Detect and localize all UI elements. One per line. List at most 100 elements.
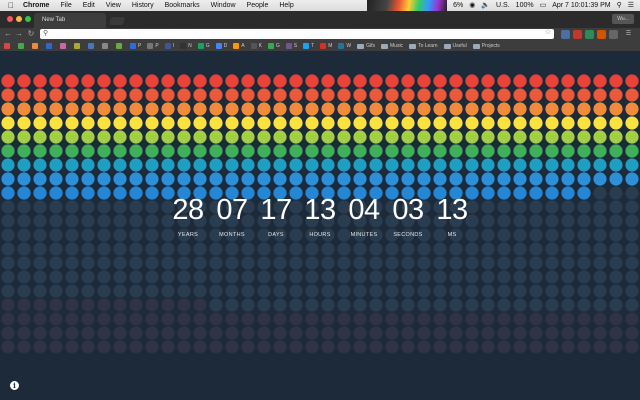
- extension-icon-3[interactable]: [585, 30, 594, 39]
- empty-dot: [481, 242, 495, 256]
- empty-dot: [497, 298, 511, 312]
- countdown-label: YEARS: [177, 232, 199, 238]
- apple-icon[interactable]: : [7, 1, 15, 10]
- extension-icon-2[interactable]: [573, 30, 582, 39]
- bookmark-favicon: [338, 43, 345, 49]
- bookmark-item[interactable]: S: [285, 41, 297, 51]
- empty-dot: [97, 242, 111, 256]
- notification-center-icon[interactable]: ☰: [628, 0, 634, 11]
- menu-app-name[interactable]: Chrome: [23, 0, 49, 11]
- battery-percent[interactable]: 100%: [516, 0, 534, 11]
- filled-dot: [433, 88, 447, 102]
- menu-view[interactable]: View: [106, 0, 121, 11]
- bookmark-app-icon[interactable]: [18, 41, 26, 51]
- minimize-window-button[interactable]: [16, 16, 22, 22]
- bookmark-item[interactable]: G: [197, 41, 210, 51]
- bookmark-folder[interactable]: Music: [381, 41, 403, 51]
- empty-dot: [65, 256, 79, 270]
- bookmark-app-icon[interactable]: [116, 41, 124, 51]
- battery-icon[interactable]: ▭: [540, 0, 547, 11]
- bookmark-label: I: [172, 43, 175, 49]
- bookmark-folder[interactable]: Projects: [472, 41, 500, 51]
- empty-dot: [1, 270, 15, 284]
- clock[interactable]: Apr 7 10:01:39 PM: [552, 0, 610, 11]
- extension-icon-1[interactable]: [561, 30, 570, 39]
- empty-dot: [369, 242, 383, 256]
- close-window-button[interactable]: [7, 16, 13, 22]
- bookmark-item[interactable]: K: [250, 41, 262, 51]
- filled-dot: [177, 130, 191, 144]
- bookmark-app-icon[interactable]: [74, 41, 82, 51]
- empty-dot: [49, 312, 63, 326]
- bookmark-star-icon[interactable]: ☆: [545, 29, 551, 37]
- new-tab-button[interactable]: [108, 17, 126, 25]
- filled-dot: [401, 74, 415, 88]
- bookmark-app-icon[interactable]: [4, 41, 12, 51]
- empty-dot: [401, 298, 415, 312]
- back-arrow-icon[interactable]: ←: [3, 29, 13, 39]
- filled-dot: [449, 116, 463, 130]
- filled-dot: [529, 74, 543, 88]
- empty-dot: [193, 242, 207, 256]
- bookmark-item[interactable]: I: [164, 41, 175, 51]
- menu-history[interactable]: History: [132, 0, 154, 11]
- filled-dot: [97, 116, 111, 130]
- filled-dot: [609, 144, 623, 158]
- bookmark-item[interactable]: D: [215, 41, 227, 51]
- filled-dot: [433, 102, 447, 116]
- tab-new-tab[interactable]: New Tab: [34, 13, 106, 28]
- filled-dot: [593, 116, 607, 130]
- bookmark-folder[interactable]: Gifs: [357, 41, 375, 51]
- bookmark-item[interactable]: G: [267, 41, 280, 51]
- bookmark-folder[interactable]: Useful: [443, 41, 467, 51]
- bookmark-app-icon[interactable]: [102, 41, 110, 51]
- bookmark-app-icon[interactable]: [60, 41, 68, 51]
- bookmark-app-icon[interactable]: [46, 41, 54, 51]
- menu-window[interactable]: Window: [211, 0, 236, 11]
- reload-icon[interactable]: ↻: [26, 29, 36, 39]
- filled-dot: [625, 172, 639, 186]
- empty-dot: [321, 284, 335, 298]
- bookmark-item[interactable]: T: [303, 41, 314, 51]
- filled-dot: [289, 130, 303, 144]
- empty-dot: [385, 298, 399, 312]
- filled-dot: [1, 130, 15, 144]
- menu-bookmarks[interactable]: Bookmarks: [165, 0, 200, 11]
- wifi-level[interactable]: 6%: [453, 0, 463, 11]
- bookmark-item[interactable]: P: [130, 41, 141, 51]
- bookmark-item[interactable]: P: [147, 41, 159, 51]
- info-icon[interactable]: i: [10, 381, 19, 390]
- menu-edit[interactable]: Edit: [83, 0, 95, 11]
- menu-people[interactable]: People: [247, 0, 269, 11]
- omnibox[interactable]: ⚲: [40, 29, 554, 39]
- filled-dot: [1, 74, 15, 88]
- filled-dot: [481, 74, 495, 88]
- zoom-window-button[interactable]: [25, 16, 31, 22]
- filled-dot: [497, 102, 511, 116]
- bookmark-folder[interactable]: To Learn: [409, 41, 438, 51]
- menu-icon[interactable]: ☰: [624, 30, 633, 39]
- menu-help[interactable]: Help: [279, 0, 293, 11]
- volume-icon[interactable]: 🔈: [481, 0, 490, 11]
- empty-dot: [449, 298, 463, 312]
- forward-arrow-icon[interactable]: →: [14, 29, 24, 39]
- bookmark-item[interactable]: A: [233, 41, 245, 51]
- bookmark-app-icon[interactable]: [88, 41, 96, 51]
- bookmark-app-icon[interactable]: [32, 41, 40, 51]
- empty-dot: [49, 242, 63, 256]
- input-source[interactable]: U.S.: [496, 0, 510, 11]
- filled-dot: [1, 88, 15, 102]
- bookmark-item[interactable]: N: [180, 41, 192, 51]
- wifi-icon[interactable]: ◉: [469, 0, 475, 11]
- empty-dot: [417, 340, 431, 354]
- extension-icon-5[interactable]: [609, 30, 618, 39]
- filled-dot: [609, 88, 623, 102]
- profile-button[interactable]: Wu...: [612, 14, 634, 24]
- menu-file[interactable]: File: [60, 0, 71, 11]
- bookmark-item[interactable]: W: [338, 41, 351, 51]
- extension-icon-4[interactable]: [597, 30, 606, 39]
- omnibox-input[interactable]: [52, 29, 542, 39]
- spotlight-icon[interactable]: ⚲: [617, 0, 622, 11]
- bookmark-item[interactable]: M: [320, 41, 332, 51]
- bookmark-favicon: [250, 43, 257, 49]
